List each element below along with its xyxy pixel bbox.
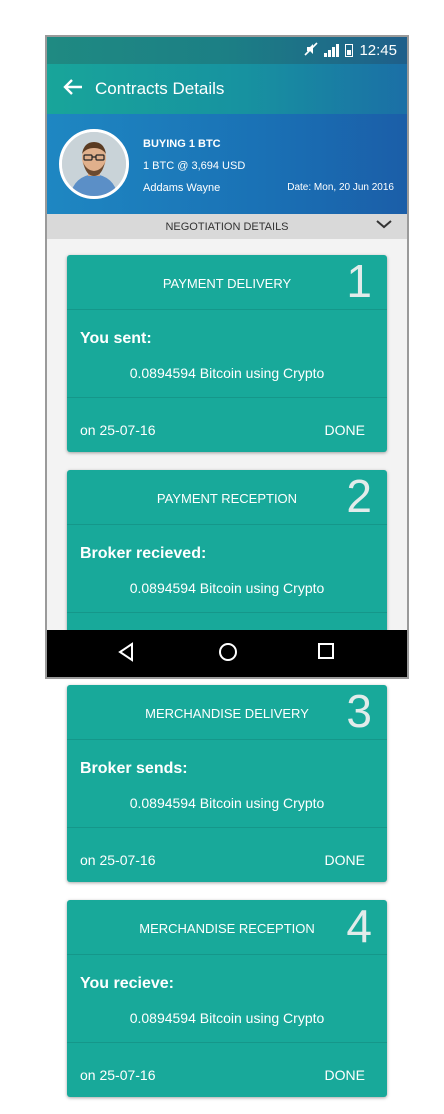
- card-title: PAYMENT DELIVERY: [162, 276, 292, 291]
- card-title: PAYMENT RECEPTION: [156, 491, 298, 506]
- nav-home-icon[interactable]: [218, 642, 238, 667]
- avatar: [59, 129, 129, 199]
- contract-header: BUYING 1 BTC 1 BTC @ 3,694 USD Addams Wa…: [47, 114, 407, 214]
- contract-rate: 1 BTC @ 3,694 USD: [143, 160, 246, 172]
- signal-icon: [324, 43, 340, 57]
- contract-title: BUYING 1 BTC: [143, 138, 221, 150]
- done-button[interactable]: DONE: [325, 1067, 365, 1083]
- card-amount: 0.0894594 Bitcoin using Crypto: [129, 580, 325, 596]
- counterparty-name: Addams Wayne: [143, 182, 221, 194]
- nav-back-icon[interactable]: [117, 642, 135, 667]
- card-header: PAYMENT RECEPTION 2: [67, 470, 387, 525]
- chevron-down-icon[interactable]: [375, 217, 393, 233]
- card-party-label: Broker recieved:: [80, 545, 207, 562]
- mute-icon: [304, 42, 319, 59]
- card-party-label: You sent:: [80, 330, 152, 347]
- card-date: on 25-07-16: [80, 1067, 156, 1083]
- contract-date: Date: Mon, 20 Jun 2016: [287, 182, 394, 193]
- step-card-merchandise-delivery[interactable]: MERCHANDISE DELIVERY 3 Broker sends: 0.0…: [67, 685, 387, 882]
- card-amount: 0.0894594 Bitcoin using Crypto: [129, 365, 325, 381]
- card-amount: 0.0894594 Bitcoin using Crypto: [129, 1010, 325, 1026]
- step-number: 4: [346, 900, 372, 952]
- step-card-payment-delivery[interactable]: PAYMENT DELIVERY 1 You sent: 0.0894594 B…: [67, 255, 387, 452]
- phone-frame: PAYMENT DELIVERY 1 You sent: 0.0894594 B…: [45, 35, 409, 679]
- done-button[interactable]: DONE: [325, 852, 365, 868]
- step-number: 3: [346, 685, 372, 737]
- card-title: MERCHANDISE RECEPTION: [139, 921, 315, 936]
- status-time: 12:45: [359, 42, 397, 59]
- card-footer: on 25-07-16 DONE: [67, 1042, 387, 1097]
- card-date: on 25-07-16: [80, 852, 156, 868]
- done-button[interactable]: DONE: [325, 422, 365, 438]
- card-header: MERCHANDISE DELIVERY 3: [67, 685, 387, 740]
- card-party-label: You recieve:: [80, 975, 174, 992]
- card-amount: 0.0894594 Bitcoin using Crypto: [129, 795, 325, 811]
- battery-icon: [345, 44, 354, 57]
- page-title: Contracts Details: [95, 79, 225, 98]
- back-arrow-icon[interactable]: [63, 78, 87, 100]
- card-header: PAYMENT DELIVERY 1: [67, 255, 387, 310]
- system-nav-bar: [47, 630, 407, 677]
- nav-recents-icon[interactable]: [317, 642, 335, 665]
- step-number: 1: [346, 255, 372, 307]
- card-footer: on 25-07-16 DONE: [67, 397, 387, 452]
- card-title: MERCHANDISE DELIVERY: [145, 706, 309, 721]
- card-footer: on 25-07-16 DONE: [67, 827, 387, 882]
- negotiation-details-toggle[interactable]: NEGOTIATION DETAILS: [47, 214, 407, 239]
- negotiation-details-label: NEGOTIATION DETAILS: [165, 220, 289, 233]
- status-bar: 12:45: [47, 37, 407, 64]
- card-header: MERCHANDISE RECEPTION 4: [67, 900, 387, 955]
- step-card-merchandise-reception[interactable]: MERCHANDISE RECEPTION 4 You recieve: 0.0…: [67, 900, 387, 1097]
- card-party-label: Broker sends:: [80, 760, 188, 777]
- app-bar: Contracts Details: [47, 64, 407, 114]
- step-number: 2: [346, 470, 372, 522]
- card-date: on 25-07-16: [80, 422, 156, 438]
